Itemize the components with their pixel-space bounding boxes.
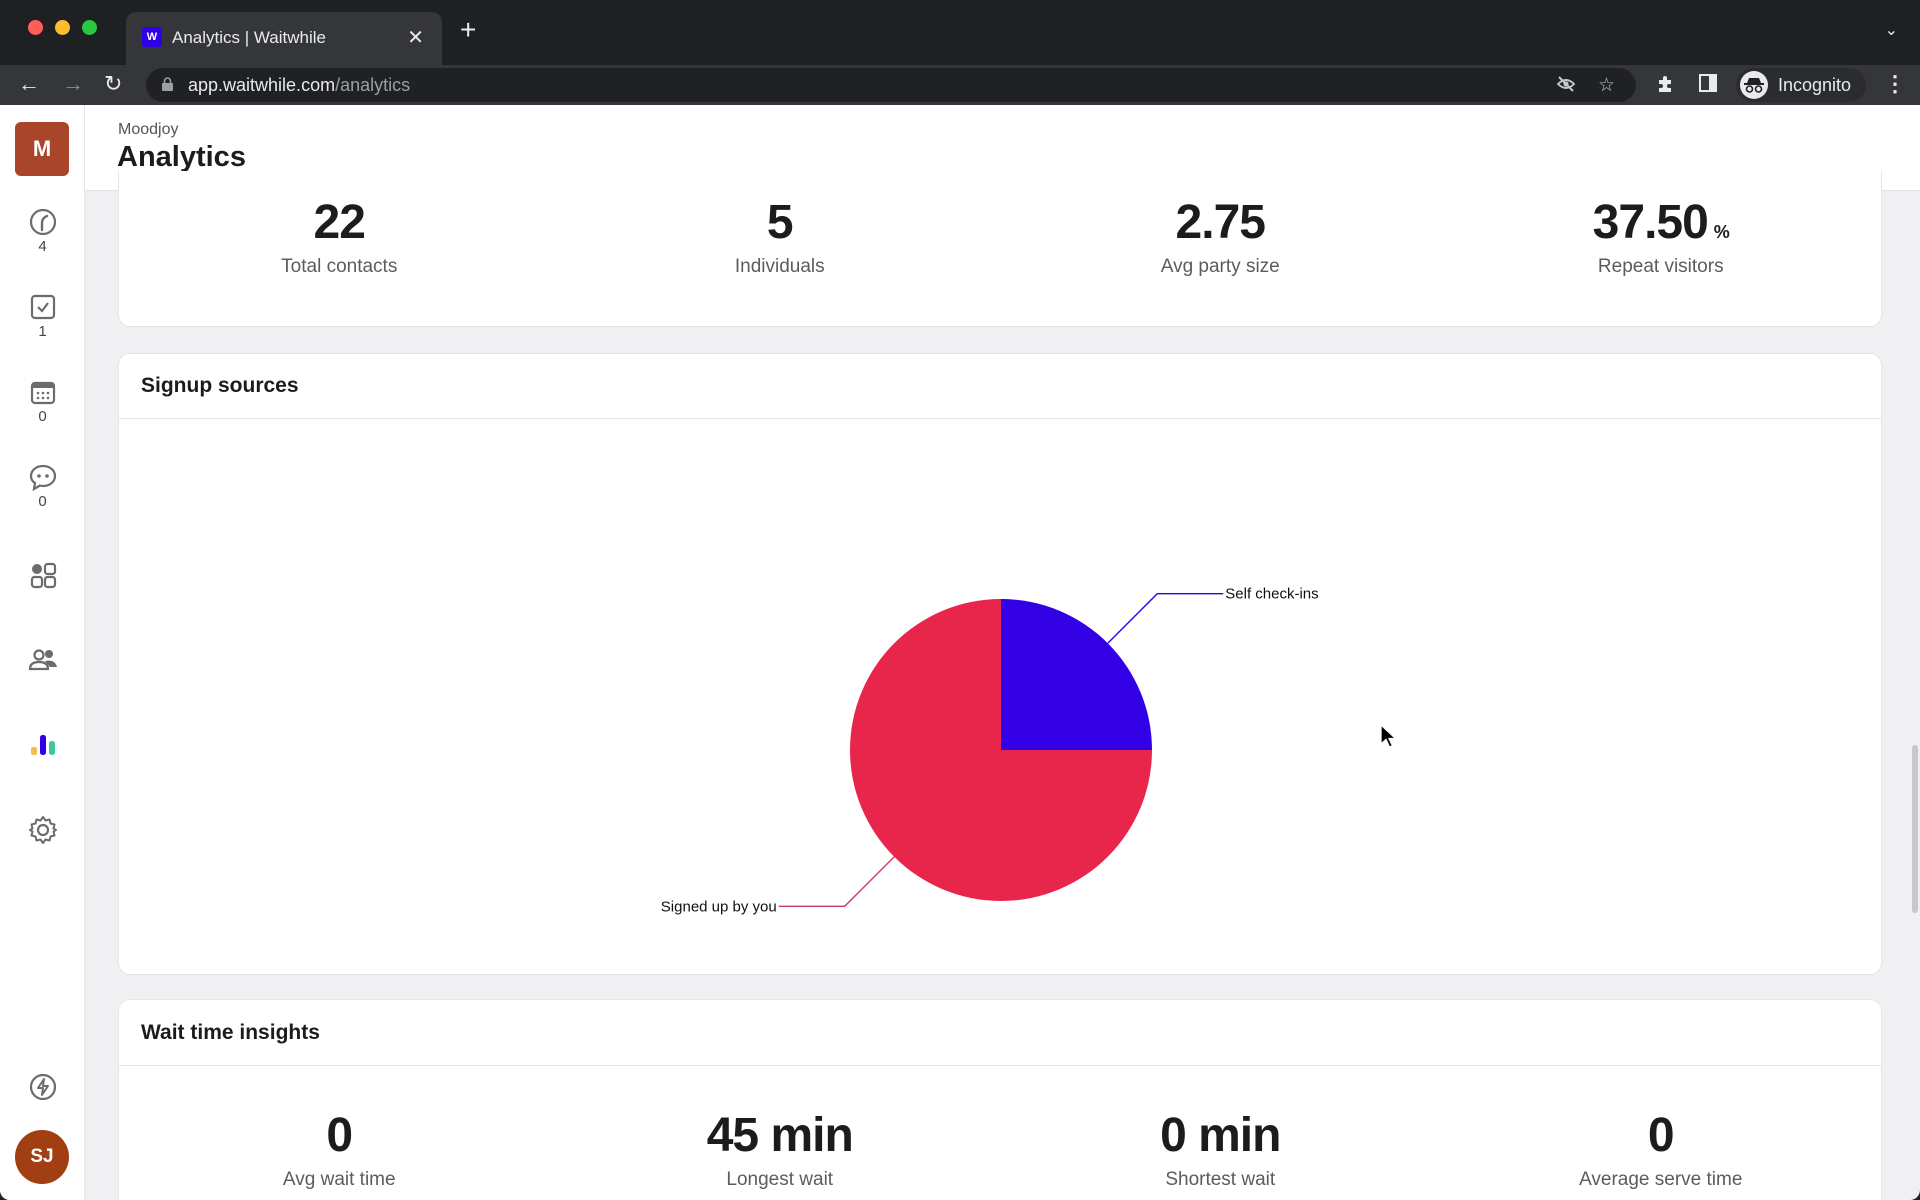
clock-icon — [29, 208, 56, 236]
grid-icon — [30, 562, 56, 589]
sidebar-item-customers[interactable] — [0, 644, 85, 676]
stat-value: 0 — [1647, 1109, 1675, 1162]
incognito-profile-button[interactable]: Incognito — [1736, 68, 1866, 102]
repeat-visitors-value: 37.50 — [1592, 196, 1709, 249]
calendar-icon — [30, 381, 55, 405]
sidebar: M 4 1 0 0 SJ — [0, 105, 85, 1200]
wait-time-stats-row: 0 Avg wait time 45 min Longest wait 0 mi… — [119, 1108, 1881, 1191]
lock-icon — [162, 77, 173, 91]
bookmark-star-icon[interactable]: ☆ — [1598, 74, 1615, 97]
leader-line — [1107, 593, 1224, 644]
url-text: app.waitwhile.com/analytics — [188, 75, 410, 96]
users-icon — [28, 649, 57, 671]
mouse-cursor-icon — [1380, 724, 1398, 748]
pie-label: Signed up by you — [661, 898, 777, 915]
back-arrow-icon[interactable]: ← — [18, 71, 40, 97]
org-switcher-badge[interactable]: M — [15, 122, 69, 176]
waitwhile-app: M 4 1 0 0 SJ Moodjoy Analytics 22 Total … — [0, 105, 1920, 1200]
tab-strip: W Analytics | Waitwhile ✕ + ⌄ — [0, 0, 1920, 65]
stat-value: 37.50% — [1441, 195, 1882, 250]
checkbox-icon — [30, 294, 55, 320]
stat-label: Avg party size — [1160, 256, 1280, 277]
bookings-count: 0 — [38, 408, 47, 425]
org-name: Moodjoy — [118, 121, 179, 138]
sidebar-item-dashboard[interactable] — [0, 559, 85, 591]
page-scrollbar[interactable] — [1912, 745, 1918, 913]
sidebar-item-upgrade[interactable] — [0, 1071, 85, 1103]
wait-time-card: Wait time insights 0 Avg wait time 45 mi… — [118, 999, 1882, 1200]
wait-time-title: Wait time insights — [141, 1021, 320, 1044]
stat-label: Individuals — [734, 256, 825, 277]
serve-count: 1 — [38, 323, 47, 340]
stat-individuals: 5 Individuals — [560, 195, 1001, 278]
signup-sources-card: Signup sources Self check-ins Signed up b… — [118, 353, 1882, 975]
lightning-icon — [29, 1073, 56, 1101]
stat-label: Repeat visitors — [1597, 256, 1724, 277]
stat-value: 5 — [766, 196, 794, 249]
stat-value: 0 — [326, 1109, 353, 1162]
pie-label: Self check-ins — [1225, 586, 1318, 603]
new-tab-button[interactable]: + — [460, 14, 476, 46]
sidebar-item-settings[interactable] — [0, 814, 85, 846]
stat-longest-wait: 45 min Longest wait — [560, 1108, 1001, 1191]
stat-label: Longest wait — [726, 1169, 834, 1190]
percent-unit: % — [1713, 222, 1730, 242]
stat-label: Average serve time — [1579, 1169, 1743, 1190]
signup-sources-title: Signup sources — [141, 374, 299, 397]
minimize-window-button[interactable] — [55, 20, 70, 35]
sidebar-item-bookings[interactable]: 0 — [0, 376, 85, 425]
extensions-puzzle-icon[interactable] — [1655, 73, 1677, 101]
address-bar[interactable]: app.waitwhile.com/analytics ☆ — [146, 68, 1636, 102]
forward-arrow-icon[interactable]: → — [62, 71, 84, 97]
bar-chart-icon — [30, 735, 55, 755]
analytics-content: 22 Total contacts 5 Individuals 2.75 Avg… — [85, 171, 1920, 1200]
visitor-stats-card: 22 Total contacts 5 Individuals 2.75 Avg… — [118, 171, 1882, 327]
browser-tab-analytics[interactable]: W Analytics | Waitwhile ✕ — [126, 12, 442, 65]
window-controls — [28, 20, 97, 35]
stat-label: Total contacts — [281, 256, 398, 277]
card-divider — [119, 1065, 1881, 1066]
incognito-icon — [1740, 71, 1768, 99]
chat-icon — [29, 464, 56, 492]
gear-icon — [28, 816, 57, 844]
stat-total-contacts: 22 Total contacts — [119, 195, 560, 278]
stat-value: 2.75 — [1175, 196, 1266, 249]
stat-value: 22 — [313, 196, 366, 249]
stat-average-serve-time: 0 Average serve time — [1441, 1108, 1882, 1191]
stat-value: 0 min — [1160, 1109, 1281, 1162]
incognito-label: Incognito — [1778, 75, 1852, 95]
page-title: Analytics — [117, 141, 246, 173]
user-avatar[interactable]: SJ — [15, 1130, 69, 1184]
leader-line — [778, 856, 895, 907]
tab-search-chevron-down-icon[interactable]: ⌄ — [1885, 20, 1898, 40]
browser-toolbar: ← → ↻ app.waitwhile.com/analytics ☆ Inco… — [0, 65, 1920, 105]
stat-value: 45 min — [706, 1109, 854, 1162]
browser-menu-kebab-icon[interactable]: ⋮ — [1884, 71, 1906, 97]
stat-repeat-visitors: 37.50% Repeat visitors — [1441, 195, 1882, 278]
maximize-window-button[interactable] — [82, 20, 97, 35]
stat-avg-wait-time: 0 Avg wait time — [119, 1108, 560, 1191]
url-host: app.waitwhile.com — [188, 75, 336, 95]
stat-avg-party-size: 2.75 Avg party size — [1000, 195, 1441, 278]
tab-title: Analytics | Waitwhile — [172, 28, 326, 47]
sidebar-item-messages[interactable]: 0 — [0, 461, 85, 510]
sidebar-item-analytics[interactable] — [0, 729, 85, 761]
reload-icon[interactable]: ↻ — [104, 71, 122, 97]
eye-slash-icon[interactable] — [1556, 74, 1576, 100]
sidebar-item-waitlist[interactable]: 4 — [0, 206, 85, 255]
stat-label: Shortest wait — [1165, 1169, 1276, 1190]
close-tab-icon[interactable]: ✕ — [407, 25, 424, 50]
stat-shortest-wait: 0 min Shortest wait — [1000, 1108, 1441, 1191]
sidebar-item-serve[interactable]: 1 — [0, 291, 85, 340]
close-window-button[interactable] — [28, 20, 43, 35]
waitwhile-favicon-icon: W — [142, 27, 162, 47]
visitor-stats-row: 22 Total contacts 5 Individuals 2.75 Avg… — [119, 195, 1881, 278]
signup-sources-pie-chart: Self check-ins Signed up by you — [661, 586, 1319, 916]
browser-window: W Analytics | Waitwhile ✕ + ⌄ ← → ↻ app.… — [0, 0, 1920, 1200]
waitlist-count: 4 — [38, 238, 47, 255]
stat-label: Avg wait time — [282, 1169, 396, 1190]
side-panel-icon[interactable] — [1698, 73, 1718, 99]
url-path: /analytics — [335, 75, 411, 95]
messages-count: 0 — [38, 493, 47, 510]
